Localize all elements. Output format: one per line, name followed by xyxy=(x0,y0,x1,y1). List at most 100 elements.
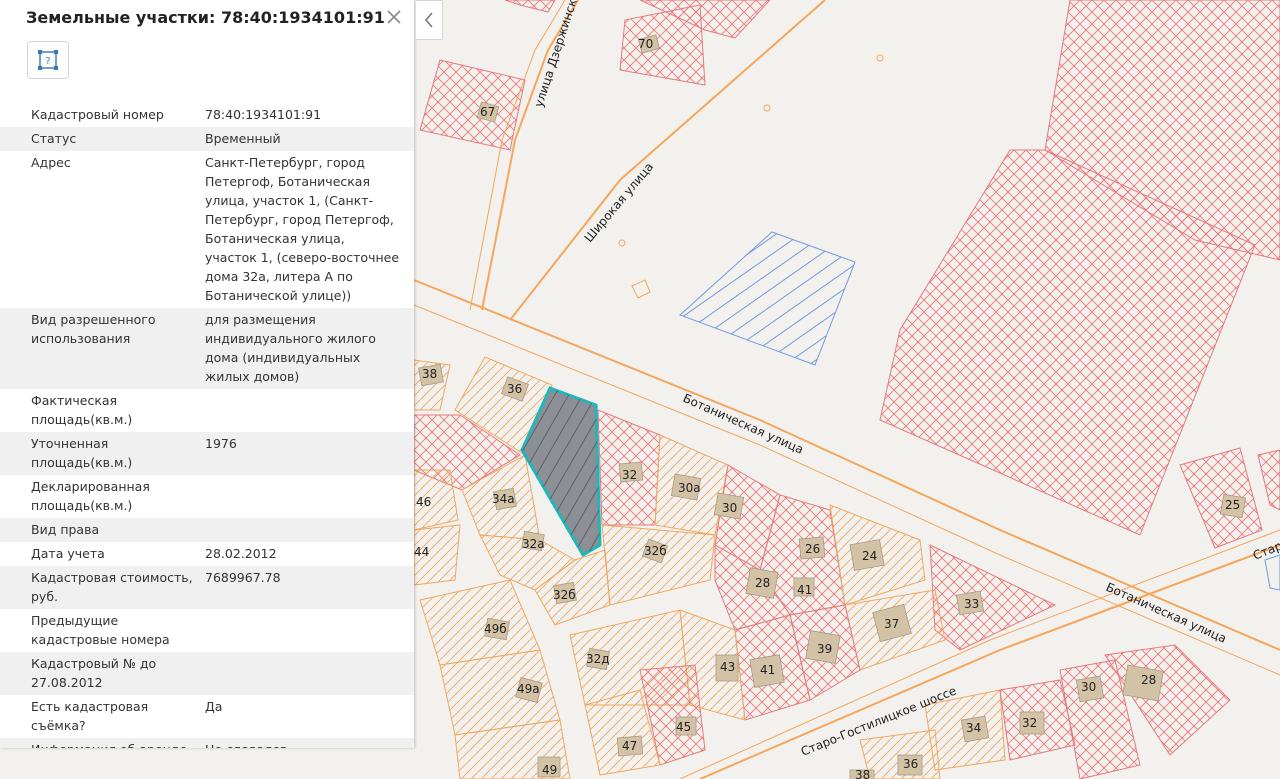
attr-key: Статус xyxy=(31,131,77,146)
parcel-label: 26 xyxy=(805,542,820,556)
attr-value: для размещения индивидуального жилого до… xyxy=(205,312,376,384)
attr-key: Кадастровая стоимость, руб. xyxy=(31,570,193,604)
attr-key: Есть кадастровая съёмка? xyxy=(31,699,149,733)
attr-key: Адрес xyxy=(31,155,71,170)
parcel-label: 37 xyxy=(884,617,899,631)
parcel-label: 47 xyxy=(622,739,637,753)
attr-value: 78:40:1934101:91 xyxy=(205,107,322,122)
street-label-botanicheskaya-2: Ботаническая улица xyxy=(1104,580,1229,646)
table-row: Кадастровый № до 27.08.2012 xyxy=(0,652,414,695)
parcel-query-icon: ? xyxy=(38,50,58,70)
street-label-shirokaya: Широкая улица xyxy=(582,160,657,245)
parcel-33[interactable] xyxy=(929,544,1057,651)
table-row: Фактическая площадь(кв.м.) xyxy=(0,389,414,432)
parcel-label: 41 xyxy=(760,663,775,677)
parcel-label: 67 xyxy=(480,105,495,119)
attr-key: Информация об аренде xyxy=(0,738,205,748)
attr-value xyxy=(205,475,414,518)
parcel-label: 36 xyxy=(507,382,522,396)
parcel-25[interactable] xyxy=(1179,447,1263,549)
attr-value: 28.02.2012 xyxy=(205,546,277,561)
chevron-left-icon xyxy=(424,12,433,28)
parcel-blue-edge[interactable] xyxy=(1264,554,1280,591)
table-row: Есть кадастровая съёмка? Да xyxy=(0,695,414,738)
attr-value: Не сдавался xyxy=(205,738,414,748)
attr-value: Санкт-Петербург, город Петергоф, Ботанич… xyxy=(205,155,400,303)
table-row: Кадастровый номер 78:40:1934101:91 xyxy=(0,103,414,127)
table-row: Информация об арендеНе сдавался xyxy=(0,738,414,748)
parcel-label: 49а xyxy=(517,682,540,696)
attr-key: Уточненная площадь(кв.м.) xyxy=(31,436,133,470)
parcel-label: 32 xyxy=(1022,716,1037,730)
attr-key: Вид разрешенного использования xyxy=(31,312,156,346)
table-row: Адрес Санкт-Петербург, город Петергоф, Бо… xyxy=(0,151,414,308)
close-icon xyxy=(387,10,401,24)
marker-dot xyxy=(618,239,626,247)
parcel-e-edge[interactable] xyxy=(1257,449,1280,511)
attr-value: Временный xyxy=(205,131,281,146)
attr-value xyxy=(205,389,414,432)
attr-key: Вид права xyxy=(31,522,100,537)
table-row: Статус Временный xyxy=(0,127,414,151)
marker-square xyxy=(631,279,651,299)
street-label-botanicheskaya-1: Ботаническая улица xyxy=(681,391,806,457)
parcel-label: 38 xyxy=(422,367,437,381)
parcel-label: 30а xyxy=(678,481,701,495)
attributes-table: Кадастровый номер 78:40:1934101:91 Статус… xyxy=(0,103,414,748)
parcel-label: 34а xyxy=(492,492,515,506)
parcel-label: 30 xyxy=(1081,680,1096,694)
parcel-label: 33 xyxy=(964,597,979,611)
close-button[interactable] xyxy=(383,6,405,28)
collapse-panel-button[interactable] xyxy=(416,0,443,40)
attr-value: 1976 xyxy=(205,436,237,451)
parcel-label: 49 xyxy=(542,763,557,777)
street-label-dzerzhinsky: улица Дзержинского xyxy=(532,0,587,109)
attr-key: Кадастровый № до 27.08.2012 xyxy=(31,656,157,690)
parcel-label: 44 xyxy=(414,545,429,559)
table-row: Предыдущие кадастровые номера xyxy=(0,609,414,652)
attr-value xyxy=(205,518,414,542)
parcel-67[interactable] xyxy=(419,59,526,151)
parcel-label: 45 xyxy=(676,720,691,734)
attr-value xyxy=(205,652,414,695)
parcel-label: 25 xyxy=(1225,498,1240,512)
attr-key: Фактическая площадь(кв.м.) xyxy=(31,393,133,427)
marker-dot xyxy=(763,104,771,112)
attr-key: Дата учета xyxy=(31,546,105,561)
parcel-query-button[interactable]: ? xyxy=(27,41,69,79)
table-row: Декларированная площадь(кв.м.) xyxy=(0,475,414,518)
table-row: Уточненная площадь(кв.м.) 1976 xyxy=(0,432,414,475)
parcel-label: 36 xyxy=(903,757,918,771)
table-row: Вид разрешенного использования для размещ… xyxy=(0,308,414,389)
parcel-label: 41 xyxy=(797,583,812,597)
table-row: Дата учета 28.02.2012 xyxy=(0,542,414,566)
parcel-label: 32б xyxy=(644,544,667,558)
attr-key: Кадастровый номер xyxy=(31,107,164,122)
parcel-32v[interactable] xyxy=(601,524,716,606)
parcel-label: 32 xyxy=(622,468,637,482)
parcel-label: 30 xyxy=(722,501,737,515)
attr-key: Декларированная площадь(кв.м.) xyxy=(31,479,150,513)
info-panel: Земельные участки: 78:40:1934101:91 ? Ка… xyxy=(0,0,414,748)
svg-text:?: ? xyxy=(45,56,50,67)
parcel-planned-blue[interactable] xyxy=(679,231,856,366)
parcel-label: 38 xyxy=(855,768,870,779)
parcel-label: 28 xyxy=(755,576,770,590)
attr-value: 7689967.78 xyxy=(205,570,281,585)
parcel-label: 39 xyxy=(817,642,832,656)
parcel-label: 32д xyxy=(586,652,610,666)
parcel-label: 70 xyxy=(638,37,653,51)
parcel-label: 28 xyxy=(1141,673,1156,687)
attr-key: Предыдущие кадастровые номера xyxy=(31,613,170,647)
parcel-top-b[interactable] xyxy=(504,0,556,13)
parcel-label: 32б xyxy=(553,588,576,602)
marker-dot xyxy=(876,54,884,62)
table-row: Кадастровая стоимость, руб. 7689967.78 xyxy=(0,566,414,609)
parcel-label: 49б xyxy=(484,622,507,636)
parcel-label: 24 xyxy=(862,549,877,563)
parcel-label: 46 xyxy=(416,495,431,509)
parcel-label: 34 xyxy=(966,721,981,735)
attr-value xyxy=(205,609,414,652)
parcel-label: 43 xyxy=(720,660,735,674)
parcel-label: 32а xyxy=(522,537,545,551)
